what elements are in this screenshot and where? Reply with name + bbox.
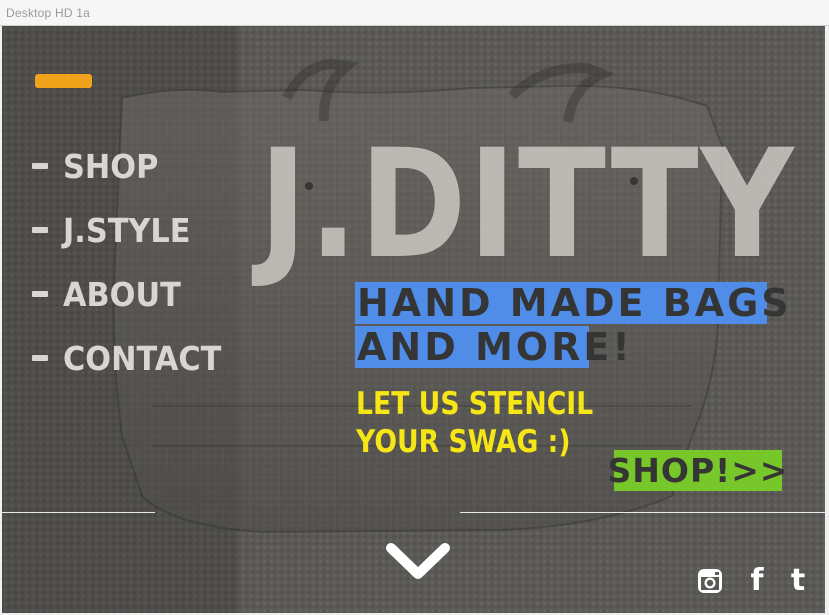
instagram-glyph [698,569,722,593]
main-nav: SHOP J.STYLE ABOUT CONTACT [32,134,235,390]
divider-right [460,512,825,513]
nav-item-contact[interactable]: CONTACT [32,326,235,390]
facebook-icon[interactable]: f [742,566,772,596]
nav-item-label: CONTACT [63,338,222,378]
nav-item-label: ABOUT [63,274,181,314]
window-title: Desktop HD 1a [6,6,90,20]
menu-accent-bar [35,74,92,88]
facebook-glyph: f [750,563,764,598]
stencil-line-2: YOUR SWAG :) [356,424,571,460]
tagline-line-1: HAND MADE BAGS [355,281,792,325]
hero-artboard: SHOP J.STYLE ABOUT CONTACT J.DITTY HAND … [2,26,825,613]
shop-now-button[interactable]: SHOP!>> [608,450,788,491]
nav-dash [32,163,48,169]
divider-left [2,512,155,513]
tagline-line-2: AND MORE! [355,325,633,369]
chevron-down-icon[interactable] [385,540,451,586]
nav-item-jstyle[interactable]: J.STYLE [32,198,235,262]
nav-item-label: SHOP [63,146,159,186]
nav-dash [32,355,48,361]
tumblr-glyph: t [790,563,806,598]
instagram-icon[interactable] [695,566,725,596]
nav-item-shop[interactable]: SHOP [32,134,235,198]
window-titlebar: Desktop HD 1a [0,0,829,26]
stencil-line-1: LET US STENCIL [356,386,594,422]
browser-window: Desktop HD 1a SHOP J.STYLE ABOUT CONTACT… [0,0,829,615]
stencil-message: LET US STENCIL YOUR SWAG :) [356,385,593,461]
tumblr-icon[interactable]: t [783,566,813,596]
brand-logotype: J.DITTY [259,118,796,292]
nav-dash [32,291,48,297]
nav-item-label: J.STYLE [63,210,191,250]
nav-item-about[interactable]: ABOUT [32,262,235,326]
nav-dash [32,227,48,233]
